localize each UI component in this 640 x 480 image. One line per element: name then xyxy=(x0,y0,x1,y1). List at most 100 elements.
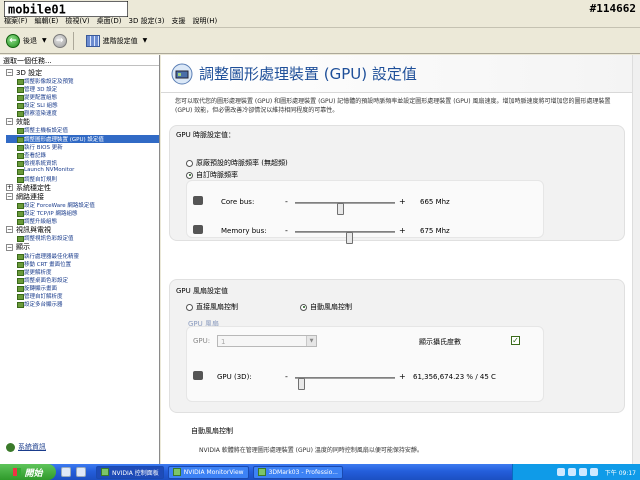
task-category[interactable]: − 視訊與電視 xyxy=(6,225,159,234)
task-link[interactable]: 管理 3D 設定 xyxy=(6,85,159,94)
taskbar-button[interactable]: NVIDIA MonitorView xyxy=(167,465,249,479)
core-bus-increase[interactable]: + xyxy=(399,197,406,206)
core-bus-label: Core bus: xyxy=(221,198,255,206)
expand-icon[interactable]: + xyxy=(6,184,13,192)
tray-icon[interactable] xyxy=(567,468,576,476)
gpu-fan-value: 61,356,674.23 % / 45 C xyxy=(413,373,496,381)
taskbar-button[interactable]: 3DMark03 - Professio... xyxy=(252,465,343,479)
memory-bus-thumb[interactable] xyxy=(346,232,353,244)
vertical-scrollbar[interactable] xyxy=(632,55,640,464)
gpu-select[interactable]: 1 ▼ xyxy=(217,335,317,347)
task-link[interactable]: 調整圖形處理裝置 (GPU) 設定值 xyxy=(6,134,159,143)
radio-default[interactable] xyxy=(186,159,193,167)
system-tray: 下午 09:17 xyxy=(512,464,640,480)
task-link[interactable]: Launch NVMonitor xyxy=(6,167,159,176)
custom-clock-label: 自訂時脈頻率 xyxy=(196,171,238,179)
collapse-icon[interactable]: − xyxy=(6,243,13,251)
task-link[interactable]: 調整升級組態 xyxy=(6,217,159,226)
task-link[interactable]: 設定 ForceWare 網路設定值 xyxy=(6,201,159,210)
menu-item[interactable]: 說明(H) xyxy=(193,16,218,26)
fan-icon xyxy=(193,371,203,380)
task-link[interactable]: 調整主機板設定值 xyxy=(6,126,159,135)
quick-launch-icon[interactable] xyxy=(76,467,86,477)
core-bus-track[interactable] xyxy=(295,202,395,215)
task-link[interactable]: 調整自訂規則 xyxy=(6,175,159,184)
task-link[interactable]: 變更解析度 xyxy=(6,268,159,276)
direct-fan-label: 直接風扇控制 xyxy=(196,303,238,311)
back-button[interactable]: ← 後退 ▼ xyxy=(6,33,47,48)
task-link[interactable]: 變更配置組態 xyxy=(6,93,159,102)
menu-item[interactable]: 檢視(V) xyxy=(65,16,89,26)
task-link[interactable]: 執行處理器最佳化精靈 xyxy=(6,252,159,260)
chevron-down-icon: ▼ xyxy=(42,37,47,44)
core-bus-slider-row: Core bus: - + 665 Mhz xyxy=(187,195,543,215)
svg-text:mobile01: mobile01 xyxy=(8,3,66,17)
gpu-fan-increase[interactable]: + xyxy=(399,372,406,381)
view-tasks-label: 進階設定值 xyxy=(102,36,138,45)
quick-launch-icon[interactable] xyxy=(61,467,71,477)
gpu-fan-decrease[interactable]: - xyxy=(285,372,288,381)
task-link[interactable]: 檢視系統資訊 xyxy=(6,159,159,167)
task-link[interactable]: 調整桌面色彩設定 xyxy=(6,276,159,284)
menu-item[interactable]: 編輯(E) xyxy=(35,16,59,26)
task-link[interactable]: 旋轉顯示畫面 xyxy=(6,284,159,292)
task-link[interactable]: 設定 SLI 組態 xyxy=(6,101,159,110)
task-category[interactable]: −3D 設定 xyxy=(6,68,159,77)
task-category[interactable]: − 效能 xyxy=(6,117,159,126)
auto-fan-radio[interactable]: 自動風扇控制 xyxy=(300,302,352,312)
default-clock-radio[interactable]: 原廠預設的時脈頻率 (無超頻) xyxy=(186,158,288,168)
menu-bar: mobile01 檔案(F) 編輯(E) 檢視(V) 桌面(D) 3D 設定(3) 支援說… xyxy=(0,0,640,28)
memory-bus-track[interactable] xyxy=(295,231,395,244)
task-category[interactable]: − 顯示 xyxy=(6,243,159,252)
collapse-icon[interactable]: − xyxy=(6,226,13,234)
menu-item[interactable]: 支援 xyxy=(172,16,186,26)
task-link[interactable]: 調整視訊色彩設定值 xyxy=(6,234,159,243)
fan-settings-section: GPU 風扇設定值 直接風扇控制 自動風扇控制 GPU 風扇 GPU: 1 ▼ … xyxy=(169,279,625,413)
task-category[interactable]: − 網路連接 xyxy=(6,192,159,201)
task-link[interactable]: 移動 CRT 畫面位置 xyxy=(6,260,159,268)
radio-auto[interactable] xyxy=(300,303,307,311)
task-link[interactable]: 查看記錄 xyxy=(6,151,159,159)
memory-bus-decrease[interactable]: - xyxy=(285,226,288,235)
taskbar-button-label: 3DMark03 - Professio... xyxy=(268,468,338,476)
task-link[interactable]: 執行 BIOS 更新 xyxy=(6,143,159,151)
memory-bus-increase[interactable]: + xyxy=(399,226,406,235)
task-link[interactable]: 調整影像設定及預覽 xyxy=(6,77,159,86)
core-bus-decrease[interactable]: - xyxy=(285,197,288,206)
gpu-fan-thumb[interactable] xyxy=(298,378,305,390)
tray-icon[interactable] xyxy=(556,468,565,476)
collapse-icon[interactable]: − xyxy=(6,193,13,201)
collapse-icon[interactable]: − xyxy=(6,69,13,76)
start-button[interactable]: 開始 xyxy=(0,464,56,480)
taskbar-button[interactable]: NVIDIA 控制面板 xyxy=(96,465,164,479)
view-tasks-button[interactable]: 進階設定值 ▼ xyxy=(85,34,147,47)
collapse-icon[interactable]: − xyxy=(6,118,13,126)
show-celsius-checkbox[interactable]: ✓ xyxy=(511,336,520,345)
menu-item[interactable]: 3D 設定(3) xyxy=(129,16,165,26)
menu-item[interactable]: 桌面(D) xyxy=(97,16,122,26)
show-celsius-label: 顯示攝氏度數 xyxy=(419,338,461,346)
app-icon xyxy=(257,468,266,476)
task-link[interactable]: 管理自訂解析度 xyxy=(6,292,159,301)
forward-button[interactable]: → xyxy=(52,33,67,48)
tray-icon[interactable] xyxy=(578,468,587,476)
task-link[interactable]: 觀察渲染速度 xyxy=(6,109,159,118)
system-info-label: 系統資訊 xyxy=(18,443,46,451)
task-link[interactable]: 設定多台顯示器 xyxy=(6,300,159,309)
task-link[interactable]: 設定 TCP/IP 網路組態 xyxy=(6,209,159,218)
post-id: #114662 xyxy=(589,2,636,15)
chevron-down-icon: ▼ xyxy=(306,336,316,346)
gpu-fan-track[interactable] xyxy=(295,377,395,390)
task-tree: −3D 設定 調整影像設定及預覽 管理 3D 設定 變更配置組態 設定 SLI 組態 觀察… xyxy=(0,66,159,309)
radio-custom[interactable] xyxy=(186,171,193,179)
radio-direct[interactable] xyxy=(186,303,193,311)
page-title: 調整圖形處理裝置 (GPU) 設定值 xyxy=(199,65,417,83)
direct-fan-radio[interactable]: 直接風扇控制 xyxy=(186,302,238,312)
tray-icon[interactable] xyxy=(589,468,598,476)
menu-item[interactable]: 檔案(F) xyxy=(4,16,28,26)
core-bus-thumb[interactable] xyxy=(337,203,344,215)
custom-clock-radio[interactable]: 自訂時脈頻率 xyxy=(186,170,238,180)
clock: 下午 09:17 xyxy=(604,469,636,477)
system-info-link[interactable]: 系統資訊 xyxy=(6,442,46,452)
task-category-label: 顯示 xyxy=(16,243,30,251)
